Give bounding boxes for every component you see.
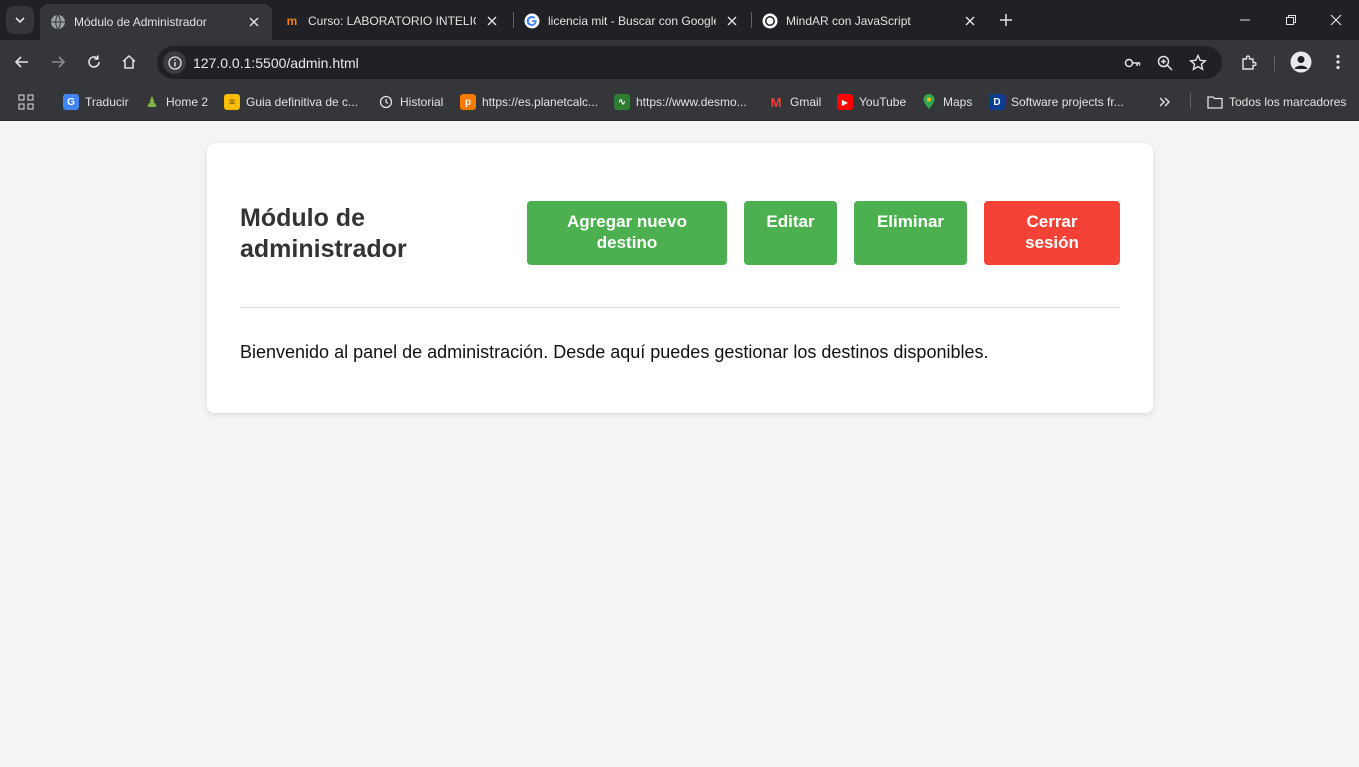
bookmark-gmail[interactable]: M Gmail [768,92,822,112]
bookmark-label: Historial [400,95,444,109]
welcome-message: Bienvenido al panel de administración. D… [240,342,989,362]
address-bar[interactable]: 127.0.0.1:5500/admin.html [157,46,1222,79]
admin-panel-card: Módulo de administrador Agregar nuevo de… [207,143,1153,413]
bookmark-label: Guia definitiva de c... [246,95,359,109]
arrow-left-icon [14,56,28,68]
extensions-button[interactable] [1236,49,1262,75]
google-icon [524,13,540,29]
tab-title: Curso: LABORATORIO INTELIGE [308,13,476,28]
bookmark-label: https://es.planetcalc... [482,95,599,109]
youtube-icon: ▶ [837,94,853,110]
bookmark-label: Home 2 [166,95,209,109]
chevron-down-icon [15,17,25,24]
apps-grid-icon [18,94,34,110]
bookmarks-separator [1190,93,1191,109]
bookmark-software-projects[interactable]: D Software projects fr... [989,92,1124,112]
bookmark-maps[interactable]: Maps [921,92,972,112]
info-icon [167,55,182,70]
bookmark-label: https://www.desmo... [636,95,747,109]
double-chevron-right-icon [1159,97,1170,107]
home-icon [122,54,136,69]
edit-button[interactable]: Editar [744,201,837,265]
tab-licencia-mit[interactable]: licencia mit - Buscar con Google [514,5,750,36]
forward-button[interactable] [45,49,71,75]
avatar [1290,51,1312,73]
site-info-button[interactable] [163,51,186,74]
sheet-icon: ≡ [224,94,240,110]
more-bookmarks-button[interactable] [1158,92,1172,112]
bookmark-historial[interactable]: Historial [378,92,443,112]
profile-button[interactable] [1288,49,1314,75]
browser-menu-button[interactable] [1325,49,1351,75]
close-icon[interactable] [246,14,262,30]
bookmark-star-icon[interactable] [1188,53,1208,73]
url-text[interactable]: 127.0.0.1:5500/admin.html [193,55,359,71]
bookmark-desmos[interactable]: ∿ https://www.desmo... [614,92,747,112]
bookmark-label: Traducir [85,95,129,109]
minimize-icon [1240,19,1250,21]
restore-button[interactable] [1268,0,1314,40]
dev-icon: D [989,94,1005,110]
apps-button[interactable] [18,92,34,112]
bookmark-label: Gmail [790,95,822,109]
bookmark-youtube[interactable]: ▶ YouTube [837,92,906,112]
back-button[interactable] [9,49,35,75]
arrow-right-icon [52,56,66,68]
reload-button[interactable] [81,49,107,75]
new-tab-button[interactable] [995,9,1017,31]
restore-icon [1286,15,1296,25]
tab-title: Módulo de Administrador [74,15,207,29]
puzzle-icon [1242,55,1257,70]
tab-strip: Módulo de Administrador m Curso: LABORAT… [0,0,1359,40]
desmos-icon: ∿ [614,94,630,110]
maps-icon [921,94,937,110]
bookmark-home-2[interactable]: ♟ Home 2 [144,92,208,112]
close-icon [1330,14,1342,26]
history-icon [378,94,394,110]
zoom-icon[interactable] [1155,53,1175,73]
all-bookmarks-folder[interactable]: Todos los marcadores [1207,92,1346,112]
logout-button[interactable]: Cerrar sesión [984,201,1120,265]
translate-icon: G [63,94,79,110]
delete-button[interactable]: Eliminar [854,201,967,265]
minimize-button[interactable] [1222,0,1268,40]
toolbar-separator [1274,55,1275,71]
close-icon[interactable] [962,13,978,29]
home-button[interactable] [116,49,142,75]
openai-icon [762,13,778,29]
plus-icon [1000,14,1012,26]
browser-toolbar: 127.0.0.1:5500/admin.html [0,40,1359,84]
bookmark-label: Maps [943,95,973,109]
tab-title: licencia mit - Buscar con Google [548,13,716,28]
page-body: Módulo de administrador Agregar nuevo de… [0,121,1359,767]
planetcalc-icon: p [460,94,476,110]
close-icon[interactable] [484,13,500,29]
tab-search-button[interactable] [6,6,34,34]
bookmark-label: Todos los marcadores [1229,95,1347,109]
more-vert-icon [1336,54,1340,70]
globe-icon [50,14,66,30]
divider [240,307,1120,308]
tab-curso-laboratorio[interactable]: m Curso: LABORATORIO INTELIGE [274,5,510,36]
bookmark-guia-definitiva[interactable]: ≡ Guia definitiva de c... [224,92,358,112]
reload-icon [88,55,100,68]
moodle-icon: m [286,13,298,28]
pawn-icon: ♟ [145,93,159,110]
tab-mindar[interactable]: MindAR con JavaScript [752,5,988,36]
bookmark-planetcalc[interactable]: p https://es.planetcalc... [460,92,598,112]
close-icon[interactable] [724,13,740,29]
bookmark-traducir[interactable]: G Traducir [63,92,129,112]
gmail-icon: M [770,94,782,110]
close-window-button[interactable] [1313,0,1359,40]
tab-title: MindAR con JavaScript [786,13,911,28]
folder-icon [1207,94,1223,110]
bookmark-label: Software projects fr... [1011,95,1124,109]
bookmark-label: YouTube [859,95,907,109]
bookmarks-bar: G Traducir ♟ Home 2 ≡ Guia definitiva de… [0,84,1359,121]
password-key-icon[interactable] [1123,53,1143,73]
add-destination-button[interactable]: Agregar nuevo destino [527,201,727,265]
page-title: Módulo de administrador [240,204,407,263]
tab-modulo-administrador[interactable]: Módulo de Administrador [40,4,272,40]
